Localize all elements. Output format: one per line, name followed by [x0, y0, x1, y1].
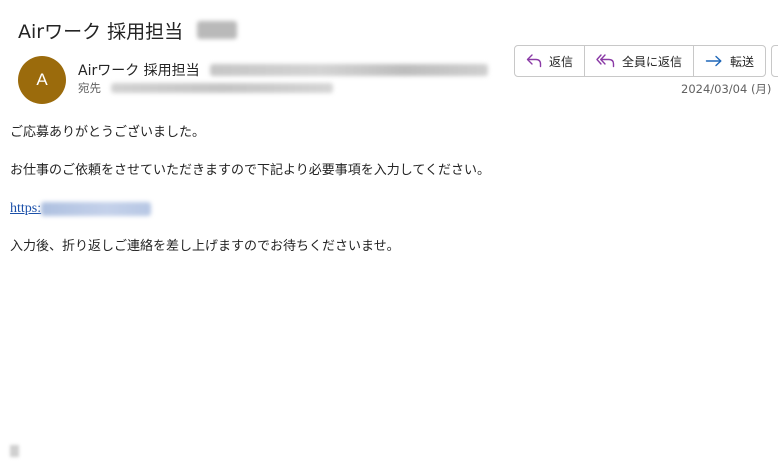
- message-actions: 返信 全員に返信 転送: [514, 45, 767, 77]
- subject-redacted: [197, 21, 238, 39]
- forward-label: 転送: [730, 54, 755, 69]
- sender-name[interactable]: Airワーク 採用担当: [78, 60, 200, 80]
- form-link[interactable]: https:: [10, 201, 41, 217]
- body-line-request: お仕事のご依頼をさせていただきますので下記より必要事項を入力してください。: [10, 163, 490, 178]
- avatar-initial: A: [36, 70, 48, 89]
- link-redacted[interactable]: [41, 202, 152, 216]
- forward-icon: [705, 54, 723, 68]
- more-actions-button[interactable]: [771, 45, 778, 77]
- email-subject: Airワーク 採用担当: [18, 16, 238, 44]
- recipient-redacted[interactable]: [111, 83, 333, 93]
- avatar[interactable]: A: [18, 56, 66, 104]
- body-line-greeting: ご応募ありがとうございました。: [10, 125, 206, 140]
- reply-all-label: 全員に返信: [622, 54, 683, 69]
- reply-label: 返信: [549, 54, 574, 69]
- body-line-closing: 入力後、折り返しご連絡を差し上げますのでお待ちくださいませ。: [10, 239, 400, 254]
- recipient-line: 宛先: [78, 80, 333, 96]
- reply-all-icon: [596, 54, 615, 68]
- sender-address-redacted: [209, 64, 488, 76]
- reply-button[interactable]: 返信: [515, 46, 586, 76]
- received-date: 2024/03/04 (月): [681, 82, 772, 96]
- body-link-row: https:: [10, 199, 750, 219]
- footer-redacted: [10, 445, 19, 457]
- reply-icon: [526, 54, 542, 68]
- to-label: 宛先: [78, 81, 101, 95]
- message-body: ご応募ありがとうございました。 お仕事のご依頼をさせていただきますので下記より必…: [10, 123, 750, 257]
- subject-text: Airワーク 採用担当: [18, 20, 184, 43]
- forward-button[interactable]: 転送: [694, 46, 765, 76]
- sender-line: Airワーク 採用担当: [78, 60, 488, 80]
- reply-all-button[interactable]: 全員に返信: [585, 46, 695, 76]
